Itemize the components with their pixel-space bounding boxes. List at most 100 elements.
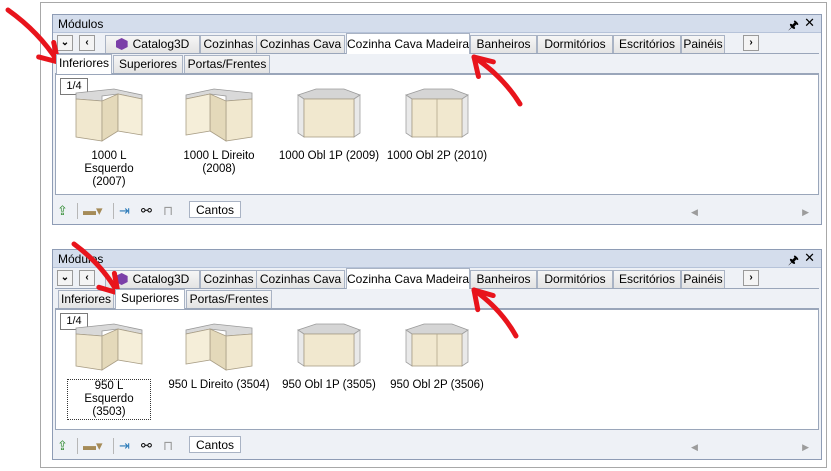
cabinet-thumbnail xyxy=(166,87,272,143)
module-gallery: 1/4 1000 L Esquerdo (2007) 1000 L Direito … xyxy=(55,74,819,195)
horizontal-scrollbar[interactable]: ◀ ▶ xyxy=(691,207,809,218)
toolbar-separator xyxy=(113,438,114,454)
module-label: 1000 Obl 1P (2009) xyxy=(278,150,380,162)
toolbar-separator xyxy=(113,203,114,219)
tab-cantos[interactable]: Cantos xyxy=(189,436,242,453)
cabinet-thumbnail xyxy=(56,87,162,143)
size-dropdown-icon[interactable]: ▬▾ xyxy=(83,203,103,219)
cabinet-thumbnail xyxy=(276,87,382,143)
module-item[interactable]: 1000 Obl 1P (2009) xyxy=(276,87,382,163)
tab-label: Painéis xyxy=(683,272,723,286)
panel-titlebar: Módulos 🖈 ✕ xyxy=(53,250,821,268)
module-item[interactable]: 950 L Esquerdo (3503) xyxy=(56,322,162,420)
tab-dormit-rios[interactable]: Dormitórios xyxy=(537,35,613,53)
subcategory-tab-strip: Inferiores Superiores Portas/Frentes xyxy=(55,289,819,309)
lock-icon[interactable]: ⊓ xyxy=(163,438,173,454)
binoculars-icon[interactable]: ⚯ xyxy=(141,203,152,219)
module-item[interactable]: 950 Obl 1P (3505) xyxy=(276,322,382,392)
module-item[interactable]: 1000 L Esquerdo (2007) xyxy=(56,87,162,189)
toolbar-separator xyxy=(77,203,78,219)
tab-label: Catalog3D xyxy=(132,37,190,51)
tab-cozinhas[interactable]: Cozinhas xyxy=(200,35,257,53)
scroll-left-arrow-icon[interactable]: ◀ xyxy=(691,207,698,218)
import-arrow-icon[interactable]: ⇪ xyxy=(57,203,68,219)
tab-pain-is[interactable]: Painéis xyxy=(681,270,725,288)
subtab-superiores[interactable]: Superiores xyxy=(113,55,183,73)
category-tab-strip: ⌄ ‹ Catalog3D Cozinhas Cozinhas Cava Cozinha … xyxy=(55,33,819,54)
lock-icon[interactable]: ⊓ xyxy=(163,203,173,219)
cube-icon xyxy=(115,273,128,285)
modules-panel: Módulos 🖈 ✕ ⌄ ‹ Catalog3D Cozinhas Cozinhas Cav… xyxy=(52,14,822,225)
cabinet-thumbnail xyxy=(384,87,490,143)
tab-label: Cozinhas xyxy=(203,37,254,51)
tab-label: Cozinhas Cava xyxy=(259,37,342,51)
tab-cozinhas-cava[interactable]: Cozinhas Cava xyxy=(256,35,345,53)
tab-cozinha-cava-madeira[interactable]: Cozinha Cava Madeira xyxy=(346,268,470,289)
tab-label: Cozinha Cava Madeira xyxy=(347,37,470,51)
scroll-tabs-left-button[interactable]: ‹ xyxy=(79,270,95,286)
tab-escrit-rios[interactable]: Escritórios xyxy=(613,35,681,53)
subtab-portas-frentes[interactable]: Portas/Frentes xyxy=(186,290,272,308)
scroll-right-arrow-icon[interactable]: ▶ xyxy=(802,207,809,218)
tab-cozinhas-cava[interactable]: Cozinhas Cava xyxy=(256,270,345,288)
tab-label: Catalog3D xyxy=(132,272,190,286)
module-label: 950 L Esquerdo (3503) xyxy=(67,379,151,420)
module-label: 1000 Obl 2P (2010) xyxy=(386,150,488,162)
cabinet-thumbnail xyxy=(276,322,382,372)
import-arrow-icon[interactable]: ⇪ xyxy=(57,438,68,454)
scroll-tabs-right-button[interactable]: › xyxy=(743,35,759,51)
panel-title: Módulos xyxy=(58,252,104,266)
tab-escrit-rios[interactable]: Escritórios xyxy=(613,270,681,288)
scroll-tabs-left-button[interactable]: ‹ xyxy=(79,35,95,51)
panel-toolbar: ⇪ ▬▾ ⇥ ⚯ ⊓ Cantos ◀ ▶ xyxy=(53,433,821,459)
panel-title: Módulos xyxy=(58,17,104,31)
size-dropdown-icon[interactable]: ▬▾ xyxy=(83,438,103,454)
tab-label: Banheiros xyxy=(476,272,531,286)
module-item[interactable]: 950 L Direito (3504) xyxy=(166,322,272,392)
tab-label: Banheiros xyxy=(476,37,531,51)
tab-list-dropdown-button[interactable]: ⌄ xyxy=(57,270,73,286)
module-label: 1000 L Direito (2008) xyxy=(183,150,255,175)
category-tab-strip: ⌄ ‹ Catalog3D Cozinhas Cozinhas Cava Cozinha … xyxy=(55,268,819,289)
scroll-left-arrow-icon[interactable]: ◀ xyxy=(691,442,698,453)
insert-icon[interactable]: ⇥ xyxy=(119,438,130,454)
tab-banheiros[interactable]: Banheiros xyxy=(470,270,537,288)
tab-cantos[interactable]: Cantos xyxy=(189,201,242,218)
tab-cozinha-cava-madeira[interactable]: Cozinha Cava Madeira xyxy=(346,33,470,54)
modules-panel: Módulos 🖈 ✕ ⌄ ‹ Catalog3D Cozinhas Cozinhas Cav… xyxy=(52,249,822,460)
tab-banheiros[interactable]: Banheiros xyxy=(470,35,537,53)
close-icon[interactable]: ✕ xyxy=(804,15,815,31)
cube-icon xyxy=(115,38,128,50)
module-label: 1000 L Esquerdo (2007) xyxy=(84,150,134,188)
module-label: 950 L Direito (3504) xyxy=(168,379,270,391)
tab-pain-is[interactable]: Painéis xyxy=(681,35,725,53)
module-gallery: 1/4 950 L Esquerdo (3503) 950 L Direito (3… xyxy=(55,309,819,430)
tab-label: Dormitórios xyxy=(544,272,606,286)
tab-dormit-rios[interactable]: Dormitórios xyxy=(537,270,613,288)
close-icon[interactable]: ✕ xyxy=(804,250,815,266)
subcategory-tab-strip: Inferiores Superiores Portas/Frentes xyxy=(55,54,819,74)
subtab-inferiores[interactable]: Inferiores xyxy=(58,290,114,308)
scroll-right-arrow-icon[interactable]: ▶ xyxy=(802,442,809,453)
module-label: 950 Obl 2P (3506) xyxy=(390,379,484,391)
module-item[interactable]: 1000 Obl 2P (2010) xyxy=(384,87,490,163)
tab-catalog3d[interactable]: Catalog3D xyxy=(105,35,200,53)
module-item[interactable]: 950 Obl 2P (3506) xyxy=(384,322,490,392)
insert-icon[interactable]: ⇥ xyxy=(119,203,130,219)
tab-catalog3d[interactable]: Catalog3D xyxy=(105,270,200,288)
binoculars-icon[interactable]: ⚯ xyxy=(141,438,152,454)
module-label: 950 Obl 1P (3505) xyxy=(282,379,376,391)
scroll-tabs-right-button[interactable]: › xyxy=(743,270,759,286)
tab-label: Cozinhas Cava xyxy=(259,272,342,286)
module-item[interactable]: 1000 L Direito (2008) xyxy=(166,87,272,176)
tab-list-dropdown-button[interactable]: ⌄ xyxy=(57,35,73,51)
tab-label: Dormitórios xyxy=(544,37,606,51)
horizontal-scrollbar[interactable]: ◀ ▶ xyxy=(691,442,809,453)
subtab-portas-frentes[interactable]: Portas/Frentes xyxy=(184,55,270,73)
tab-label: Cozinha Cava Madeira xyxy=(347,272,470,286)
tab-cozinhas[interactable]: Cozinhas xyxy=(200,270,257,288)
toolbar-separator xyxy=(77,438,78,454)
subtab-inferiores[interactable]: Inferiores xyxy=(56,54,112,74)
tab-label: Escritórios xyxy=(618,272,675,286)
subtab-superiores[interactable]: Superiores xyxy=(115,289,185,309)
